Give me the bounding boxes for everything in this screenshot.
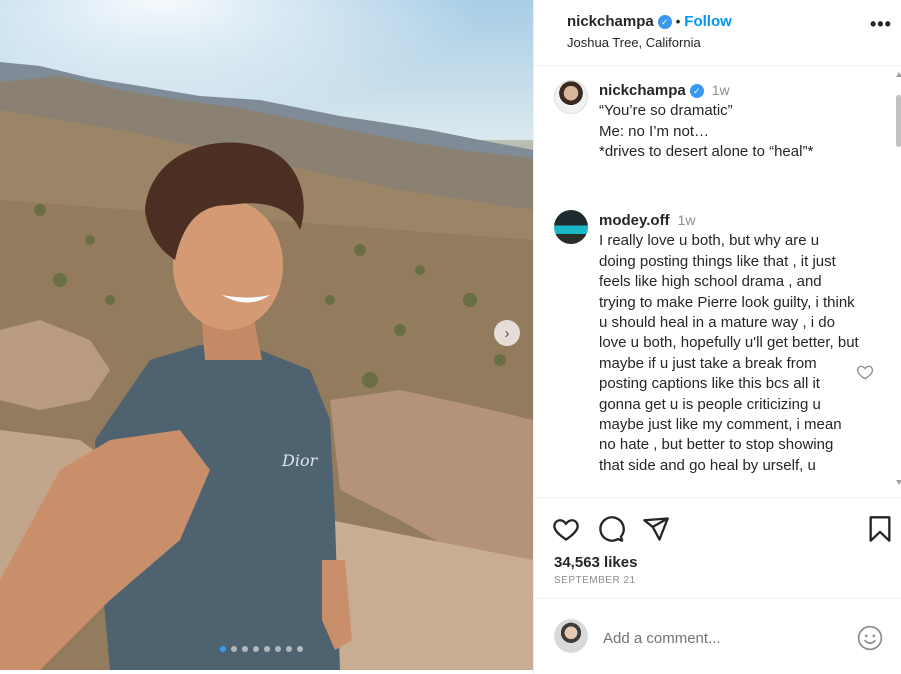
current-user-avatar [554, 619, 588, 653]
scrollbar-down-arrow[interactable] [896, 480, 901, 485]
carousel-dot [275, 646, 281, 652]
comment: modey.off 1w I really love u both, but wh… [599, 210, 859, 476]
caption-text: “You’re so dramatic” Me: no I’m not… *dr… [599, 102, 814, 161]
like-count[interactable]: 34,563 likes [554, 554, 637, 571]
paper-plane-icon[interactable] [642, 515, 670, 543]
post-actions: 34,563 likes SEPTEMBER 21 [534, 497, 901, 597]
verified-badge-icon: ✓ [657, 15, 672, 30]
commenter-avatar[interactable] [554, 210, 588, 244]
follow-button[interactable]: Follow [684, 13, 732, 30]
carousel-dot [231, 646, 237, 652]
emoji-smiley-icon[interactable] [857, 625, 883, 651]
carousel-dot [297, 646, 303, 652]
comments-section[interactable]: nickchampa ✓ 1w “You’re so dramatic” Me: n… [534, 67, 901, 497]
caption-author-avatar[interactable] [554, 80, 588, 114]
post-header: nickchampa ✓ • Follow Joshua Tree, Californ… [534, 0, 901, 66]
post-photo[interactable]: Dior › [0, 0, 533, 670]
dot-separator: • [675, 14, 681, 29]
next-slide-button[interactable]: › [494, 320, 520, 346]
author-username[interactable]: nickchampa [567, 13, 654, 30]
carousel-dot [253, 646, 259, 652]
desert-selfie-illustration: Dior [0, 0, 533, 670]
comment-text: I really love u both, but why are u doin… [599, 232, 859, 474]
heart-icon[interactable] [552, 515, 580, 543]
add-comment-bar [534, 598, 901, 674]
chevron-right-icon: › [504, 324, 510, 342]
add-comment-input[interactable] [603, 628, 843, 648]
comment-username[interactable]: modey.off [599, 212, 670, 229]
post-side-panel: nickchampa ✓ • Follow Joshua Tree, Californ… [533, 0, 901, 674]
carousel-dot [242, 646, 248, 652]
like-comment-heart-icon[interactable] [856, 363, 874, 381]
bookmark-icon[interactable] [866, 515, 894, 543]
scrollbar-thumb[interactable] [896, 95, 901, 147]
carousel-dot-active [220, 646, 226, 652]
comment-bubble-icon[interactable] [597, 515, 625, 543]
comment-time[interactable]: 1w [678, 212, 696, 228]
caption: nickchampa ✓ 1w “You’re so dramatic” Me: n… [599, 80, 869, 163]
more-options-button[interactable]: ••• [870, 14, 892, 35]
post-date[interactable]: SEPTEMBER 21 [554, 575, 636, 586]
carousel-dot [286, 646, 292, 652]
post-author-line: nickchampa ✓ • Follow [567, 13, 732, 30]
scrollbar-up-arrow[interactable] [896, 72, 901, 77]
carousel-indicator [220, 646, 303, 652]
post-location[interactable]: Joshua Tree, California [567, 35, 701, 50]
svg-text:Dior: Dior [281, 451, 319, 470]
caption-time[interactable]: 1w [712, 82, 730, 98]
instagram-post-modal: Dior › nickchampa ✓ • Follow Joshua Tree, C… [0, 0, 901, 674]
caption-username[interactable]: nickchampa [599, 82, 686, 99]
carousel-dot [264, 646, 270, 652]
verified-badge-icon: ✓ [689, 84, 704, 99]
